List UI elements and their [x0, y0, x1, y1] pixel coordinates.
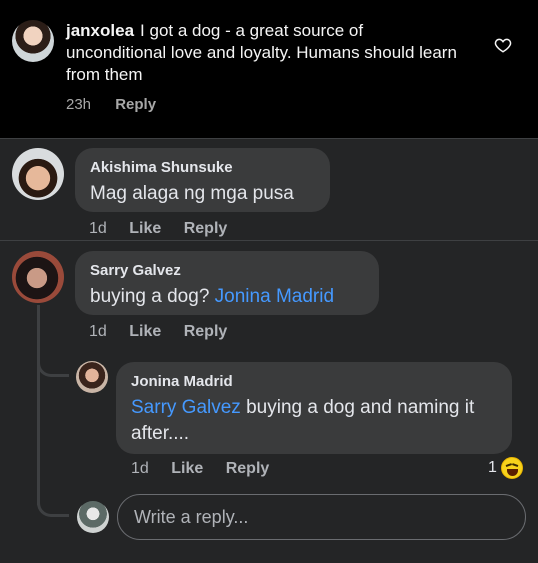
avatar[interactable] — [76, 361, 108, 393]
reply-text: Sarry Galvez buying a dog and naming it … — [131, 395, 498, 447]
avatar[interactable] — [12, 20, 54, 62]
post-caption: janxolea I got a dog - a great source of … — [66, 20, 466, 86]
reply-input-box[interactable] — [117, 494, 526, 540]
reply-bubble: Jonina Madrid Sarry Galvez buying a dog … — [116, 362, 512, 454]
comment-author[interactable]: Sarry Galvez — [90, 261, 365, 281]
original-post: janxolea I got a dog - a great source of … — [0, 0, 538, 138]
reply-button[interactable]: Reply — [226, 460, 270, 477]
heart-outline-icon[interactable] — [494, 36, 512, 54]
comment-actions: 1d Like Reply — [89, 220, 245, 238]
reply-input[interactable] — [118, 495, 525, 539]
thread-line — [37, 305, 40, 505]
mention-link[interactable]: Sarry Galvez — [131, 397, 241, 418]
thread-branch — [37, 490, 69, 517]
reaction-summary[interactable]: 1 — [488, 457, 523, 479]
comment-text-plain: buying a dog? — [90, 286, 210, 307]
comment-time[interactable]: 1d — [89, 220, 107, 237]
reply-button[interactable]: Reply — [184, 323, 228, 340]
comment-bubble: Sarry Galvez buying a dog? Jonina Madrid — [75, 251, 379, 315]
comment-text: Mag alaga ng mga pusa — [90, 183, 294, 204]
avatar[interactable] — [12, 251, 64, 303]
comment-time[interactable]: 1d — [89, 323, 107, 340]
divider — [0, 138, 538, 139]
post-username[interactable]: janxolea — [66, 21, 134, 40]
reply-author[interactable]: Jonina Madrid — [131, 372, 498, 392]
comment-bubble: Akishima Shunsuke Mag alaga ng mga pusa — [75, 148, 330, 212]
mention-link[interactable]: Jonina Madrid — [215, 286, 334, 307]
thread-branch — [37, 350, 69, 377]
reply-actions: 1d Like Reply — [131, 460, 287, 478]
like-button[interactable]: Like — [129, 323, 161, 340]
reply-button[interactable]: Reply — [184, 220, 228, 237]
comment-author[interactable]: Akishima Shunsuke — [90, 158, 316, 178]
post-meta: 23h Reply — [66, 96, 176, 113]
haha-emoji-icon — [500, 457, 523, 479]
reply-time[interactable]: 1d — [131, 460, 149, 477]
reaction-count: 1 — [488, 459, 497, 476]
comment-actions: 1d Like Reply — [89, 323, 245, 341]
divider — [0, 240, 538, 241]
post-time: 23h — [66, 96, 92, 113]
like-button[interactable]: Like — [171, 460, 203, 477]
avatar[interactable] — [77, 501, 109, 533]
post-reply-button[interactable]: Reply — [115, 96, 156, 113]
like-button[interactable]: Like — [129, 220, 161, 237]
comment-text: buying a dog? Jonina Madrid — [90, 284, 365, 310]
avatar[interactable] — [12, 148, 64, 200]
